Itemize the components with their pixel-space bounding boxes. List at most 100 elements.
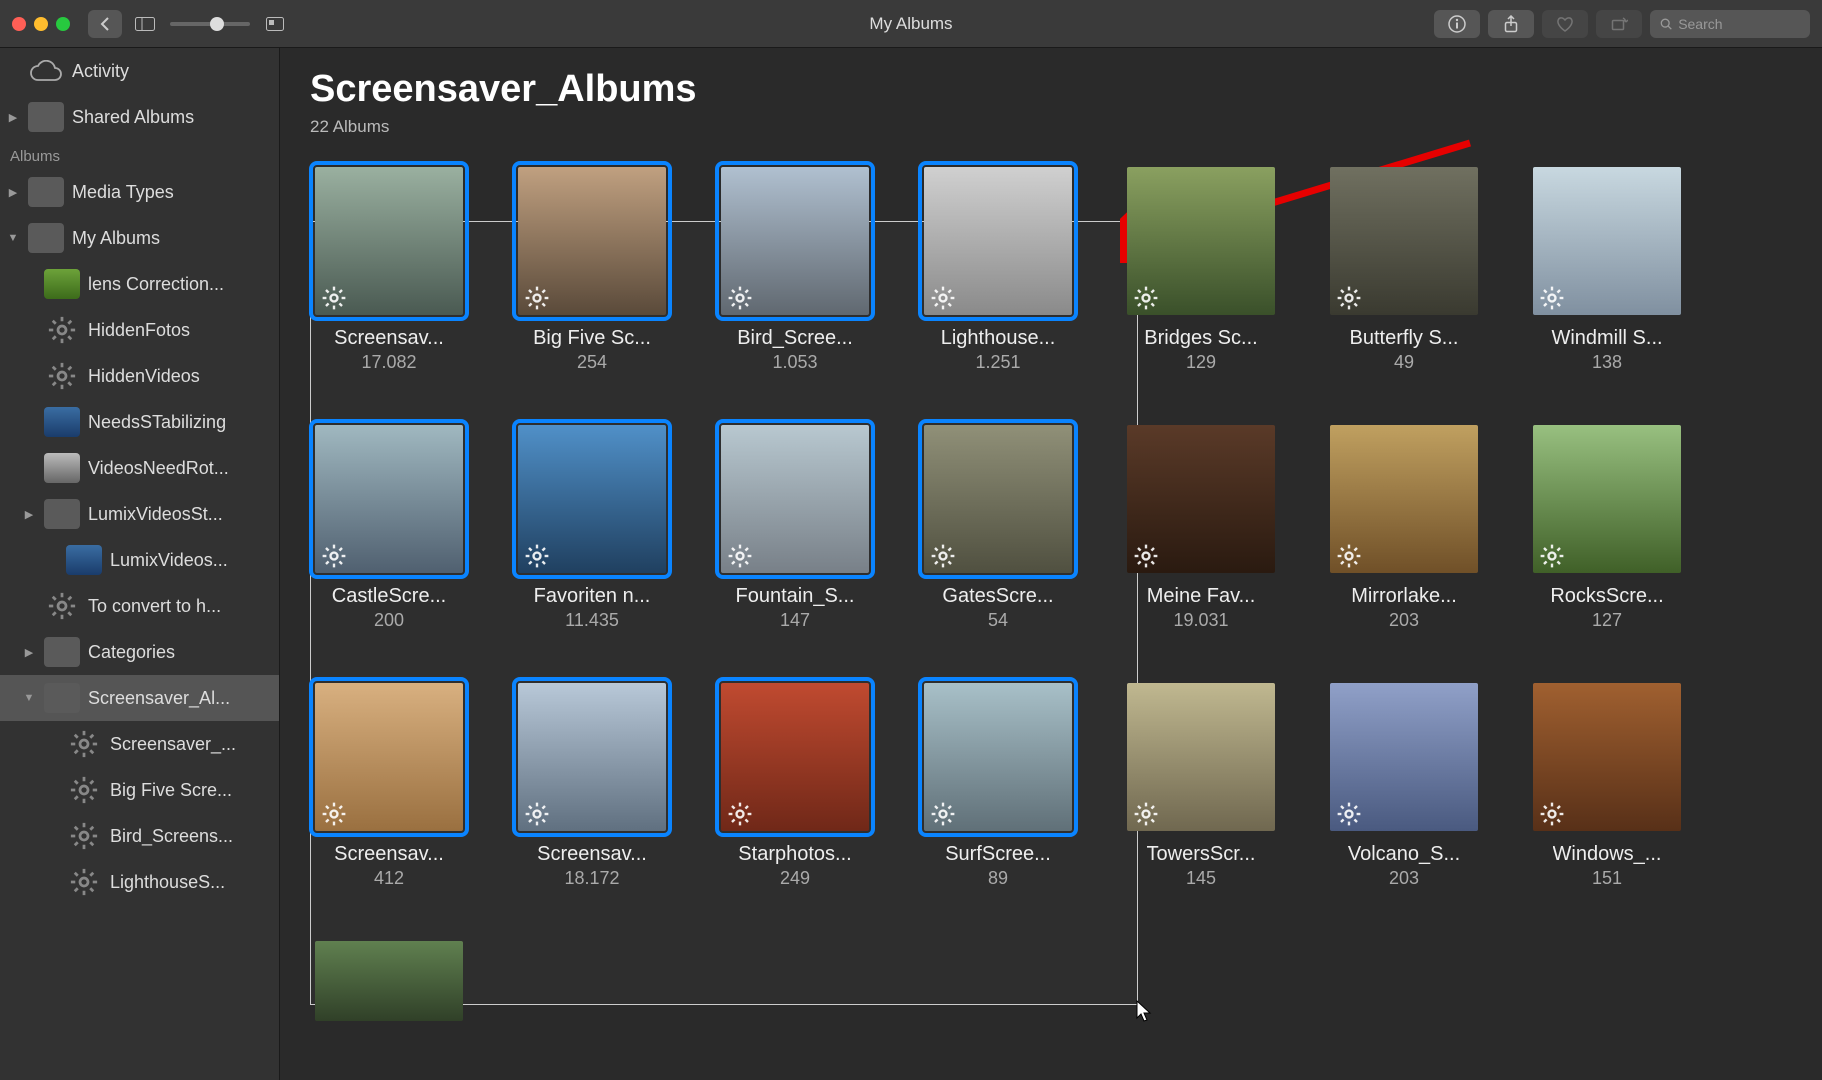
disclosure-icon[interactable]: ▼ bbox=[22, 692, 36, 704]
album-thumbnail[interactable] bbox=[924, 683, 1072, 831]
sidebar-item[interactable]: LighthouseS... bbox=[0, 859, 279, 905]
sidebar[interactable]: Activity ▶ Shared AlbumsAlbums ▶ Media T… bbox=[0, 48, 280, 1080]
slider-knob[interactable] bbox=[210, 17, 224, 31]
folder-icon bbox=[44, 683, 80, 713]
album-thumbnail[interactable] bbox=[1127, 167, 1275, 315]
album-item[interactable]: CastleScre... 200 bbox=[310, 425, 468, 631]
album-thumbnail[interactable] bbox=[315, 683, 463, 831]
sidebar-item[interactable]: HiddenFotos bbox=[0, 307, 279, 353]
sidebar-item[interactable]: ▶ Categories bbox=[0, 629, 279, 675]
sidebar-item-label: LumixVideosSt... bbox=[88, 504, 223, 525]
album-item[interactable]: Mirrorlake... 203 bbox=[1325, 425, 1483, 631]
album-count: 412 bbox=[374, 868, 404, 889]
info-button[interactable] bbox=[1434, 10, 1480, 38]
album-item[interactable]: Favoriten n... 11.435 bbox=[513, 425, 671, 631]
share-button[interactable] bbox=[1488, 10, 1534, 38]
sidebar-toggle-icon[interactable] bbox=[128, 10, 162, 38]
sidebar-item[interactable]: NeedsSTabilizing bbox=[0, 399, 279, 445]
album-count: 11.435 bbox=[565, 610, 619, 631]
album-thumbnail[interactable] bbox=[1533, 167, 1681, 315]
minimize-window-button[interactable] bbox=[34, 17, 48, 31]
album-thumb-icon bbox=[44, 269, 80, 299]
album-item[interactable]: Windmill S... 138 bbox=[1528, 167, 1686, 373]
album-item[interactable]: Lighthouse... 1.251 bbox=[919, 167, 1077, 373]
album-thumbnail[interactable] bbox=[1127, 683, 1275, 831]
album-item[interactable]: Volcano_S... 203 bbox=[1325, 683, 1483, 889]
album-thumbnail[interactable] bbox=[315, 941, 463, 1021]
smart-album-gear-icon bbox=[1133, 543, 1159, 569]
album-item[interactable]: Bird_Scree... 1.053 bbox=[716, 167, 874, 373]
album-thumbnail[interactable] bbox=[518, 425, 666, 573]
album-item[interactable] bbox=[310, 941, 468, 1021]
album-count: 54 bbox=[988, 610, 1008, 631]
close-window-button[interactable] bbox=[12, 17, 26, 31]
album-thumb-icon bbox=[66, 545, 102, 575]
album-item[interactable]: Starphotos... 249 bbox=[716, 683, 874, 889]
album-thumbnail[interactable] bbox=[1330, 425, 1478, 573]
sidebar-item-label: Bird_Screens... bbox=[110, 826, 233, 847]
sidebar-activity[interactable]: Activity bbox=[0, 48, 279, 94]
album-thumbnail[interactable] bbox=[721, 425, 869, 573]
album-count-label: 22 Albums bbox=[310, 117, 1792, 137]
album-count: 145 bbox=[1186, 868, 1216, 889]
sidebar-item[interactable]: Bird_Screens... bbox=[0, 813, 279, 859]
album-item[interactable]: Butterfly S... 49 bbox=[1325, 167, 1483, 373]
album-thumbnail[interactable] bbox=[721, 167, 869, 315]
album-item[interactable]: Fountain_S... 147 bbox=[716, 425, 874, 631]
favorite-button[interactable] bbox=[1542, 10, 1588, 38]
album-count: 1.053 bbox=[772, 352, 817, 373]
album-thumbnail[interactable] bbox=[721, 683, 869, 831]
sidebar-item-label: LighthouseS... bbox=[110, 872, 225, 893]
album-thumbnail[interactable] bbox=[315, 425, 463, 573]
album-item[interactable]: Meine Fav... 19.031 bbox=[1122, 425, 1280, 631]
album-thumbnail[interactable] bbox=[315, 167, 463, 315]
sidebar-item[interactable]: Screensaver_... bbox=[0, 721, 279, 767]
album-name: Big Five Sc... bbox=[533, 327, 651, 350]
album-item[interactable]: GatesScre... 54 bbox=[919, 425, 1077, 631]
album-count: 49 bbox=[1394, 352, 1414, 373]
album-thumbnail[interactable] bbox=[1533, 683, 1681, 831]
sidebar-item[interactable]: VideosNeedRot... bbox=[0, 445, 279, 491]
album-thumbnail[interactable] bbox=[924, 425, 1072, 573]
rotate-button[interactable] bbox=[1596, 10, 1642, 38]
album-thumbnail[interactable] bbox=[518, 683, 666, 831]
album-item[interactable]: TowersScr... 145 bbox=[1122, 683, 1280, 889]
thumbnail-size-slider[interactable] bbox=[170, 22, 250, 26]
gear-icon bbox=[66, 821, 102, 851]
album-thumbnail[interactable] bbox=[518, 167, 666, 315]
sidebar-item[interactable]: ▼ Screensaver_Al... bbox=[0, 675, 279, 721]
album-thumbnail[interactable] bbox=[1330, 167, 1478, 315]
sidebar-media-types[interactable]: ▶ Media Types bbox=[0, 169, 279, 215]
sidebar-item[interactable]: LumixVideos... bbox=[0, 537, 279, 583]
album-item[interactable]: RocksScre... 127 bbox=[1528, 425, 1686, 631]
album-thumbnail[interactable] bbox=[1127, 425, 1275, 573]
zoom-window-button[interactable] bbox=[56, 17, 70, 31]
album-thumbnail[interactable] bbox=[1330, 683, 1478, 831]
album-item[interactable]: Windows_... 151 bbox=[1528, 683, 1686, 889]
album-item[interactable]: Bridges Sc... 129 bbox=[1122, 167, 1280, 373]
album-thumbnail[interactable] bbox=[1533, 425, 1681, 573]
album-name: Windows_... bbox=[1553, 843, 1662, 866]
search-field[interactable] bbox=[1650, 10, 1810, 38]
search-input[interactable] bbox=[1678, 16, 1800, 32]
sidebar-item[interactable]: ▶ LumixVideosSt... bbox=[0, 491, 279, 537]
album-item[interactable]: SurfScree... 89 bbox=[919, 683, 1077, 889]
back-button[interactable] bbox=[88, 10, 122, 38]
sidebar-item[interactable]: lens Correction... bbox=[0, 261, 279, 307]
view-mode-icon[interactable] bbox=[258, 10, 292, 38]
disclosure-icon[interactable]: ▶ bbox=[22, 646, 36, 659]
sidebar-item[interactable]: Big Five Scre... bbox=[0, 767, 279, 813]
sidebar-item-label: Media Types bbox=[72, 182, 174, 203]
sidebar-shared-albums[interactable]: ▶ Shared Albums bbox=[0, 94, 279, 140]
album-item[interactable]: Screensav... 17.082 bbox=[310, 167, 468, 373]
disclosure-icon[interactable]: ▶ bbox=[22, 508, 36, 521]
sidebar-item[interactable]: HiddenVideos bbox=[0, 353, 279, 399]
sidebar-my-albums[interactable]: ▼ My Albums bbox=[0, 215, 279, 261]
sidebar-item-label: HiddenFotos bbox=[88, 320, 190, 341]
album-item[interactable]: Screensav... 18.172 bbox=[513, 683, 671, 889]
smart-album-gear-icon bbox=[321, 543, 347, 569]
sidebar-item[interactable]: To convert to h... bbox=[0, 583, 279, 629]
album-item[interactable]: Screensav... 412 bbox=[310, 683, 468, 889]
album-item[interactable]: Big Five Sc... 254 bbox=[513, 167, 671, 373]
album-thumbnail[interactable] bbox=[924, 167, 1072, 315]
